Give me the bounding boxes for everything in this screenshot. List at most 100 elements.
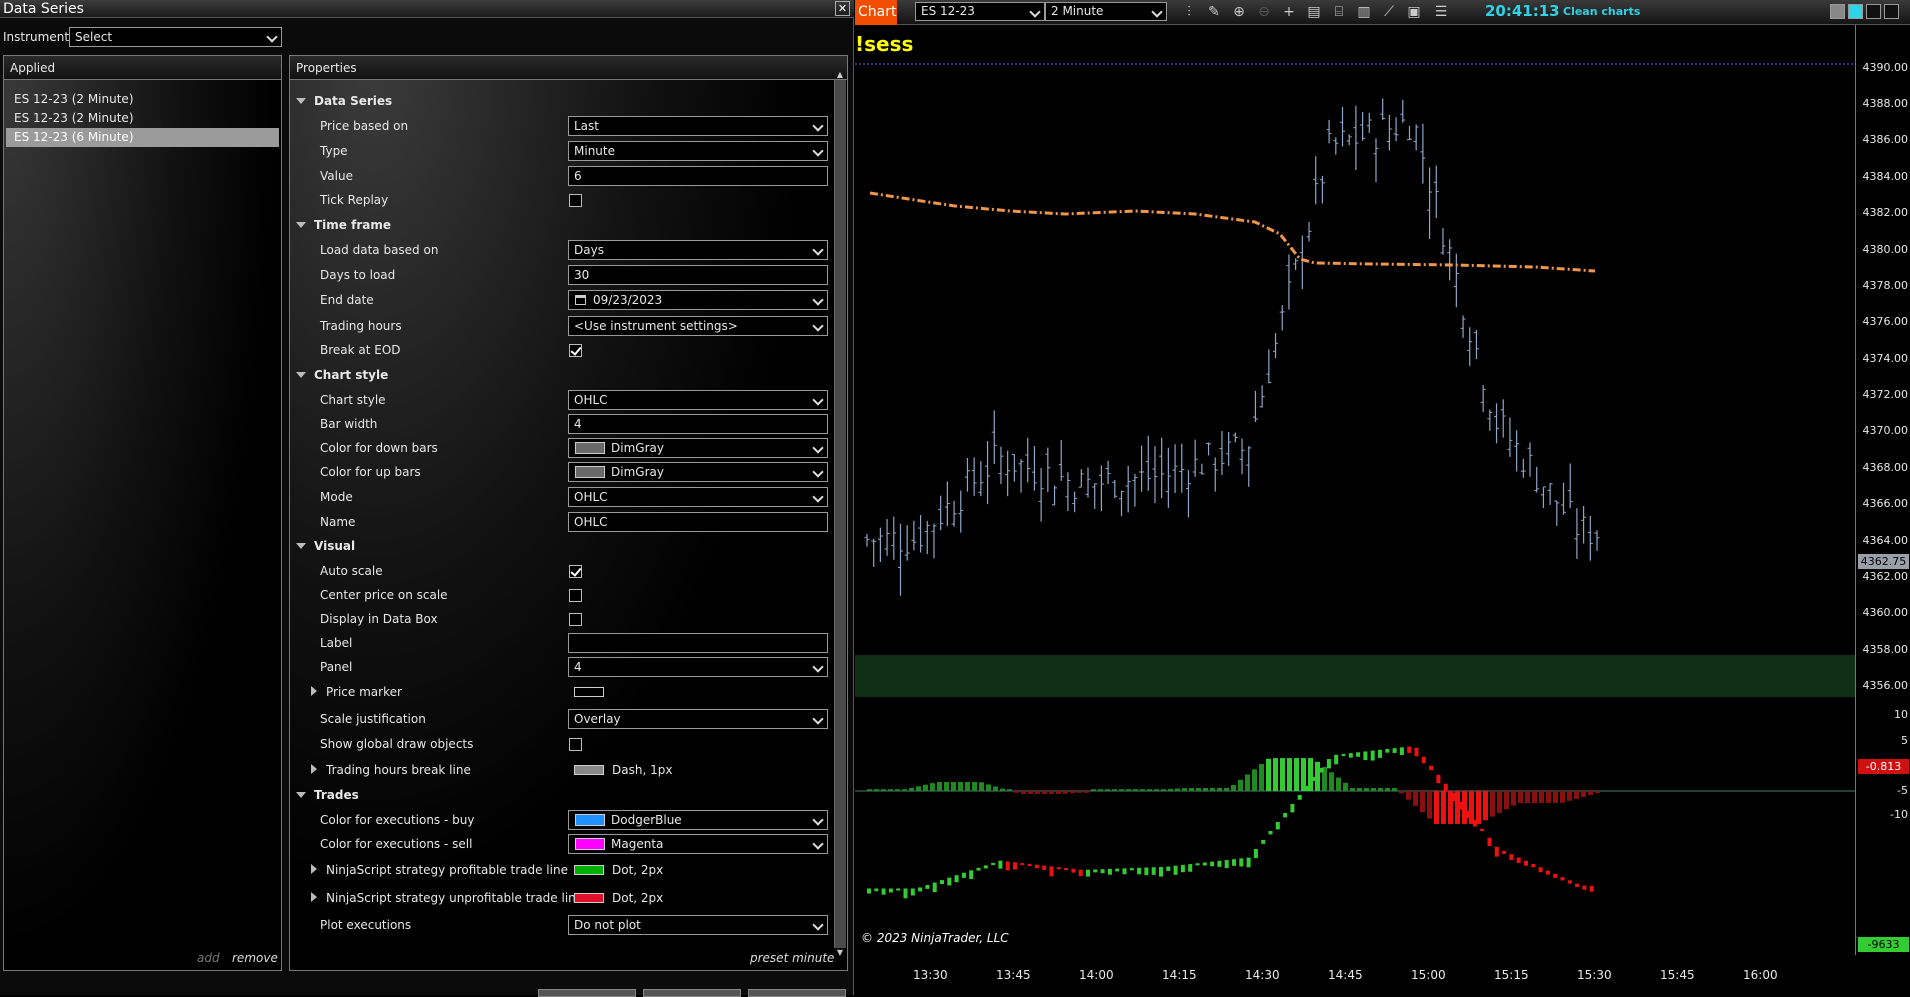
display-databox-checkbox[interactable] xyxy=(569,613,582,626)
price-tick: 4370.00 xyxy=(1862,424,1909,437)
ok-button[interactable] xyxy=(538,989,636,997)
oscillator-bar xyxy=(1329,772,1334,791)
zoom-in-icon[interactable]: ⊕ xyxy=(1230,3,1248,21)
maximize-icon[interactable] xyxy=(1884,4,1899,19)
ohlc-bar xyxy=(944,481,950,527)
exec-sell-select[interactable]: Magenta xyxy=(568,834,828,854)
minimize-icon[interactable] xyxy=(1866,4,1881,19)
plot-executions-select[interactable]: Do not plot xyxy=(568,915,828,935)
oscillator-bar xyxy=(1007,789,1012,791)
expand-right-icon[interactable] xyxy=(311,686,317,696)
price-based-on-select[interactable]: Last xyxy=(568,116,828,136)
add-link[interactable]: add xyxy=(197,951,220,965)
data-series-icon[interactable]: ⌸ xyxy=(1330,3,1348,21)
templates-icon[interactable]: ▣ xyxy=(1405,3,1423,21)
properties-icon[interactable]: ▤ xyxy=(1305,3,1323,21)
auto-scale-label: Auto scale xyxy=(320,564,383,578)
crosshair-icon[interactable]: + xyxy=(1280,3,1298,21)
scroll-down-icon[interactable]: ▼ xyxy=(834,948,846,958)
list-icon[interactable]: ☰ xyxy=(1432,3,1450,21)
center-price-checkbox[interactable] xyxy=(569,589,582,602)
oscillator-bar xyxy=(1595,791,1600,794)
scale-justification-select[interactable]: Overlay xyxy=(568,709,828,729)
expand-icon[interactable] xyxy=(296,372,306,378)
bar-type-icon[interactable]: ⫶ xyxy=(1180,3,1198,21)
label-input[interactable] xyxy=(568,633,828,653)
price-tick: 4378.00 xyxy=(1862,279,1909,292)
interval-selector[interactable]: 2 Minute xyxy=(1045,2,1167,21)
expand-icon[interactable] xyxy=(296,792,306,798)
end-date-picker[interactable]: 09/23/2023 xyxy=(568,290,828,310)
name-input[interactable]: OHLC xyxy=(568,512,828,532)
expand-right-icon[interactable] xyxy=(311,764,317,774)
trading-hours-select[interactable]: <Use instrument settings> xyxy=(568,316,828,336)
ohlc-bar xyxy=(1098,465,1104,512)
dialog-title-bar[interactable]: Data Series ✕ xyxy=(0,0,854,18)
instrument-selector[interactable]: ES 12-23 xyxy=(915,2,1045,21)
volume-marker xyxy=(1064,868,1069,871)
ohlc-bar xyxy=(1226,432,1232,466)
expand-icon[interactable] xyxy=(296,98,306,104)
instrument-select[interactable]: Select xyxy=(69,27,282,47)
window-icon[interactable] xyxy=(1830,4,1845,19)
ohlc-bar xyxy=(1005,450,1011,497)
expand-icon[interactable] xyxy=(296,543,306,549)
scroll-up-icon[interactable]: ▲ xyxy=(834,70,846,80)
ohlc-bar xyxy=(998,446,1004,484)
ohlc-bar xyxy=(1527,442,1533,477)
type-select[interactable]: Minute xyxy=(568,141,828,161)
zoom-out-icon[interactable]: ⊖ xyxy=(1255,3,1273,21)
volume-marker xyxy=(1180,864,1185,873)
th-break-swatch[interactable] xyxy=(574,765,604,775)
ohlc-bar xyxy=(1279,305,1285,331)
chart-style-select[interactable]: OHLC xyxy=(568,390,828,410)
ohlc-bar xyxy=(1346,134,1352,146)
panel-select[interactable]: 4 xyxy=(568,657,828,677)
up-color-select[interactable]: DimGray xyxy=(568,462,828,482)
indicators-icon[interactable]: ▥ xyxy=(1355,3,1373,21)
preset-link[interactable]: preset minute xyxy=(750,951,834,965)
price-axis[interactable]: 4390.00 4388.00 4386.00 4384.00 4382.00 … xyxy=(1855,25,1910,955)
properties-scrollbar[interactable] xyxy=(834,80,846,948)
remove-link[interactable]: remove xyxy=(232,951,278,965)
oscillator-bar xyxy=(1294,758,1299,791)
volume-marker xyxy=(1370,750,1375,761)
applied-item-selected[interactable]: ES 12-23 (6 Minute) xyxy=(6,128,279,147)
auto-scale-checkbox[interactable] xyxy=(569,565,582,578)
ohlc-bar xyxy=(1400,99,1406,123)
strategies-icon[interactable]: ⟋ xyxy=(1380,3,1398,21)
value-input[interactable]: 6 xyxy=(568,166,828,186)
days-to-load-input[interactable]: 30 xyxy=(568,265,828,285)
expand-right-icon[interactable] xyxy=(311,892,317,902)
exec-buy-select[interactable]: DodgerBlue xyxy=(568,810,828,830)
cancel-button[interactable] xyxy=(643,989,741,997)
apply-button[interactable] xyxy=(748,989,846,997)
profit-line-swatch[interactable] xyxy=(574,865,604,875)
down-color-select[interactable]: DimGray xyxy=(568,438,828,458)
mode-select[interactable]: OHLC xyxy=(568,487,828,507)
applied-item[interactable]: ES 12-23 (2 Minute) xyxy=(6,90,279,109)
expand-icon[interactable] xyxy=(296,222,306,228)
bar-width-input[interactable]: 4 xyxy=(568,414,828,434)
tick-replay-checkbox[interactable] xyxy=(569,194,582,207)
price-marker-swatch[interactable] xyxy=(574,687,604,697)
time-axis[interactable]: 13:30 13:45 14:00 14:15 14:30 14:45 15:0… xyxy=(855,955,1855,995)
volume-marker xyxy=(1334,754,1339,765)
chart-plot-area[interactable] xyxy=(855,25,1855,955)
chart-tab[interactable]: Chart xyxy=(855,0,897,25)
draw-tool-icon[interactable]: ✎ xyxy=(1205,3,1223,21)
session-zone xyxy=(855,655,1855,697)
volume-marker xyxy=(1129,868,1134,871)
applied-item[interactable]: ES 12-23 (2 Minute) xyxy=(6,109,279,128)
window-icon[interactable] xyxy=(1848,4,1863,19)
color-swatch xyxy=(575,838,605,850)
loss-line-swatch[interactable] xyxy=(574,893,604,903)
volume-value-badge: -9633 xyxy=(1858,937,1909,952)
close-icon[interactable]: ✕ xyxy=(835,1,850,16)
ohlc-bar xyxy=(1413,124,1419,151)
load-data-select[interactable]: Days xyxy=(568,240,828,260)
show-global-checkbox[interactable] xyxy=(569,738,582,751)
oscillator-bar xyxy=(1091,789,1096,791)
expand-right-icon[interactable] xyxy=(311,864,317,874)
break-eod-checkbox[interactable] xyxy=(569,344,582,357)
